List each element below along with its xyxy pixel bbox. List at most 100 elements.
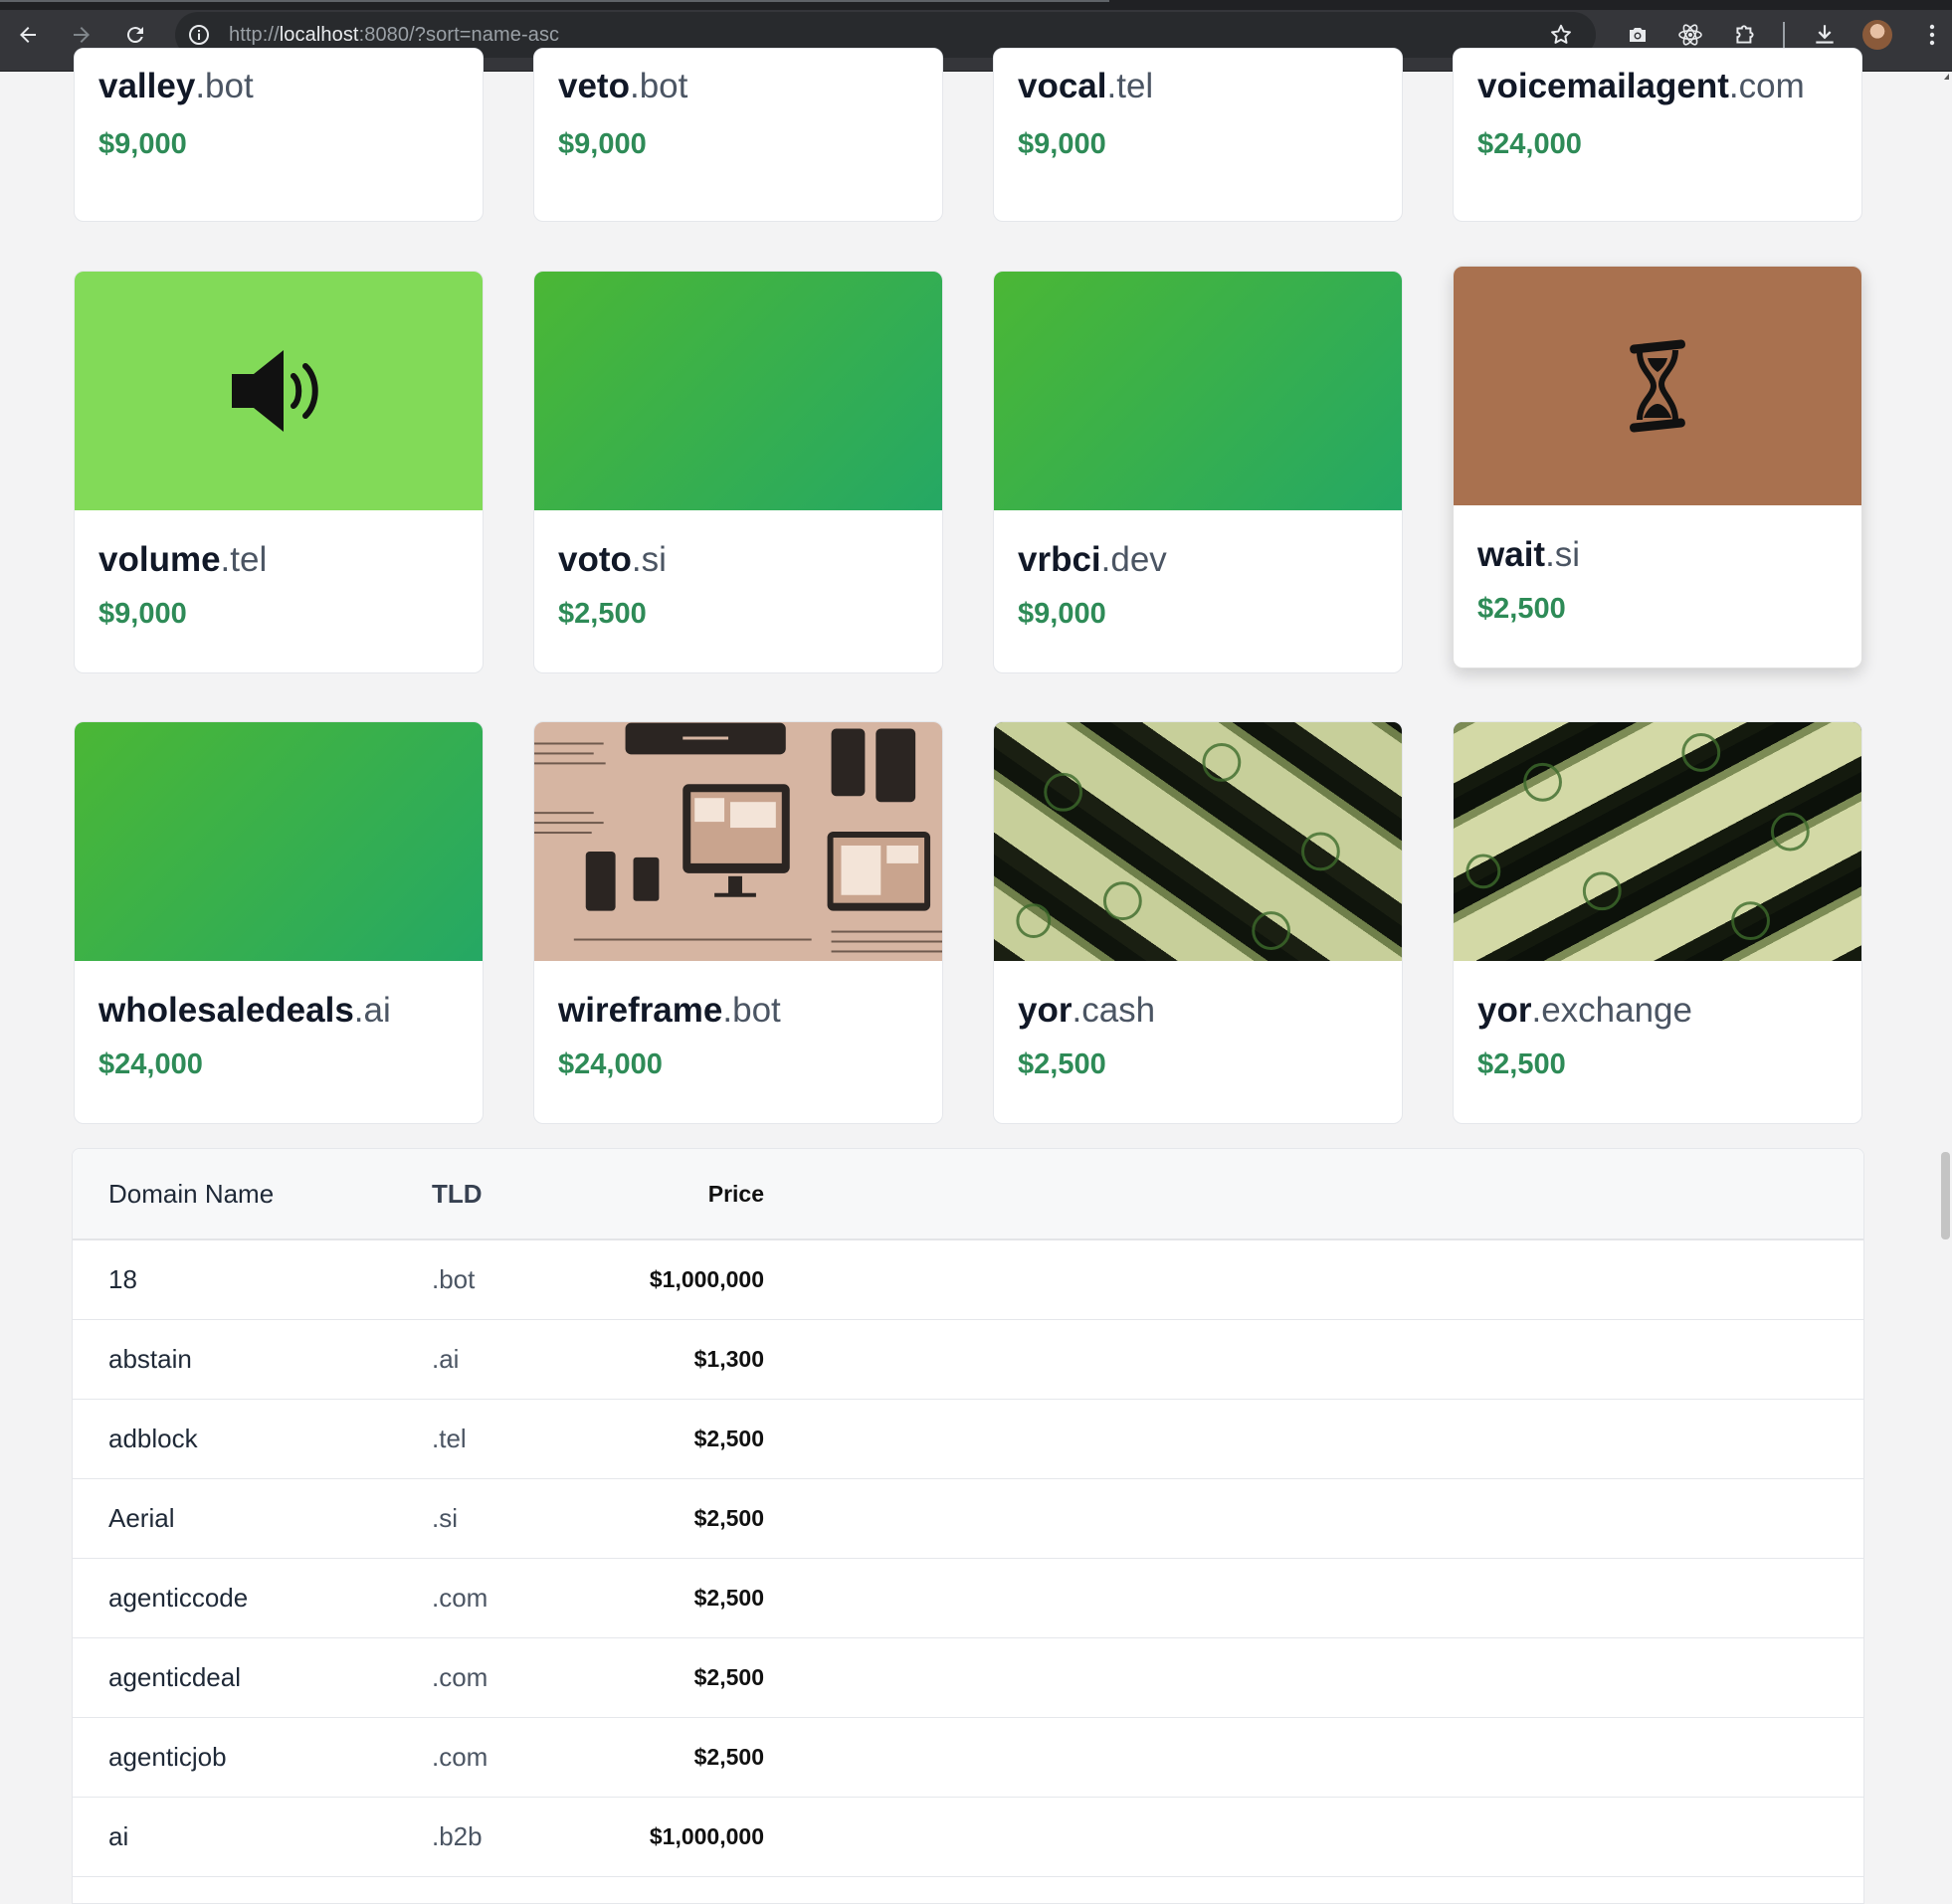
domain-price: $24,000 xyxy=(558,1048,663,1080)
cell-price: $1,000,000 xyxy=(649,1265,764,1292)
domain-price: $9,000 xyxy=(1018,128,1106,160)
domain-card[interactable]: yor.exchange $2,500 xyxy=(1453,721,1862,1124)
domain-image xyxy=(1454,722,1861,961)
cell-tld: .b2b xyxy=(432,1820,483,1851)
domain-card[interactable]: yor.cash $2,500 xyxy=(993,721,1403,1124)
hourglass-icon xyxy=(1630,339,1685,433)
domain-card[interactable]: voicemailagent.com $24,000 xyxy=(1453,48,1862,222)
cell-domain-name: 18 xyxy=(108,1263,137,1294)
domain-price: $2,500 xyxy=(1477,1048,1566,1080)
extensions-button[interactable] xyxy=(1729,19,1761,51)
domain-name: vocal.tel xyxy=(1018,67,1154,105)
reload-icon xyxy=(126,27,143,44)
domain-image xyxy=(994,272,1402,510)
domain-price: $24,000 xyxy=(98,1048,203,1080)
wireframe-illustration xyxy=(534,722,942,953)
domain-price: $9,000 xyxy=(1018,598,1106,630)
arrow-right-icon xyxy=(74,27,90,43)
menu-button[interactable] xyxy=(1916,19,1948,51)
cell-domain-name: agenticcode xyxy=(108,1582,249,1613)
header-tld[interactable]: TLD xyxy=(432,1149,601,1239)
puzzle-icon xyxy=(1736,25,1754,44)
domain-card[interactable]: wholesaledeals.ai $24,000 xyxy=(74,721,484,1124)
domain-card[interactable]: wireframe.bot $24,000 xyxy=(533,721,943,1124)
bookmark-star-icon[interactable] xyxy=(1548,22,1574,48)
domain-price: $24,000 xyxy=(1477,128,1582,160)
back-button[interactable] xyxy=(12,19,44,51)
downloads-button[interactable] xyxy=(1809,19,1841,51)
domain-image xyxy=(75,722,483,961)
table-row[interactable]: adblock .tel $2,500 xyxy=(73,1399,1863,1478)
cell-domain-name: adblock xyxy=(108,1423,198,1453)
domain-image xyxy=(534,722,942,961)
domain-price: $2,500 xyxy=(1018,1048,1106,1080)
header-domain-name[interactable]: Domain Name xyxy=(73,1149,432,1239)
cell-price: $2,500 xyxy=(693,1584,764,1611)
domain-name: wholesaledeals.ai xyxy=(98,991,391,1030)
domain-card[interactable]: vocal.tel $9,000 xyxy=(993,48,1403,222)
cell-tld: .ai xyxy=(432,1343,460,1374)
table-row[interactable]: agenticdeal .com $2,500 xyxy=(73,1637,1863,1717)
cell-price: $2,500 xyxy=(693,1743,764,1770)
cell-tld: .tel xyxy=(432,1423,467,1453)
scrollbar-thumb[interactable] xyxy=(1941,1152,1950,1239)
domain-name: yor.exchange xyxy=(1477,991,1692,1030)
table-row[interactable]: 18 .bot $1,000,000 xyxy=(73,1239,1863,1319)
domain-card[interactable]: valley.bot $9,000 xyxy=(74,48,484,222)
cell-price: $2,500 xyxy=(693,1663,764,1690)
cell-tld: .si xyxy=(432,1502,458,1533)
domain-name: wireframe.bot xyxy=(558,991,781,1030)
domain-card[interactable]: volume.tel $9,000 xyxy=(74,271,484,673)
tab-strip xyxy=(0,0,1952,10)
domain-name: valley.bot xyxy=(98,67,254,105)
table-row[interactable]: abstain .ai $1,300 xyxy=(73,1319,1863,1399)
cell-domain-name: ai xyxy=(108,1820,129,1851)
cell-tld: .com xyxy=(432,1741,488,1772)
cell-domain-name: agenticdeal xyxy=(108,1661,241,1692)
react-devtools-button[interactable] xyxy=(1674,19,1706,51)
domain-card[interactable]: veto.bot $9,000 xyxy=(533,48,943,222)
domain-price: $2,500 xyxy=(1477,593,1566,625)
forward-button[interactable] xyxy=(66,19,98,51)
domain-price: $9,000 xyxy=(98,598,187,630)
domain-name: yor.cash xyxy=(1018,991,1156,1030)
cell-tld: .com xyxy=(432,1661,488,1692)
cell-domain-name: Aerial xyxy=(108,1502,175,1533)
money-photo xyxy=(1016,742,1340,950)
domain-name: voto.si xyxy=(558,540,667,579)
domain-card[interactable]: wait.si $2,500 xyxy=(1453,266,1862,668)
table-row[interactable]: agenticcode .com $2,500 xyxy=(73,1558,1863,1637)
domain-image xyxy=(1454,267,1861,505)
domain-name: volume.tel xyxy=(98,540,268,579)
scrollbar-up-arrow[interactable] xyxy=(1944,74,1949,80)
cell-domain-name: abstain xyxy=(108,1343,192,1374)
domain-card[interactable]: voto.si $2,500 xyxy=(533,271,943,673)
arrow-left-icon xyxy=(20,27,36,43)
table-row[interactable]: agenticjob .com $2,500 xyxy=(73,1717,1863,1797)
camera-icon xyxy=(1630,28,1646,42)
cell-price: $1,000,000 xyxy=(649,1822,764,1849)
speaker-icon xyxy=(232,350,318,432)
domain-name: wait.si xyxy=(1477,535,1581,574)
site-info-icon[interactable] xyxy=(187,23,211,47)
domain-image xyxy=(75,272,483,510)
cell-price: $2,500 xyxy=(693,1425,764,1451)
table-row[interactable]: Aerial .si $2,500 xyxy=(73,1478,1863,1558)
cell-tld: .bot xyxy=(432,1263,476,1294)
cell-price: $2,500 xyxy=(693,1504,764,1531)
profile-avatar[interactable] xyxy=(1862,20,1892,50)
domain-image xyxy=(534,272,942,510)
header-spacer xyxy=(764,1149,1863,1239)
react-icon xyxy=(1678,24,1702,46)
url-text: http://localhost:8080/?sort=name-asc xyxy=(229,24,560,46)
domain-price: $9,000 xyxy=(558,128,647,160)
cell-tld: .com xyxy=(432,1582,488,1613)
toolbar-divider xyxy=(1783,22,1785,48)
domain-card[interactable]: vrbci.dev $9,000 xyxy=(993,271,1403,673)
domain-image xyxy=(994,722,1402,961)
screenshot-button[interactable] xyxy=(1622,19,1654,51)
table-row[interactable]: ai .b2b $1,000,000 xyxy=(73,1797,1863,1876)
header-price[interactable]: Price xyxy=(601,1149,764,1239)
reload-button[interactable] xyxy=(119,19,151,51)
download-icon xyxy=(1816,25,1834,44)
